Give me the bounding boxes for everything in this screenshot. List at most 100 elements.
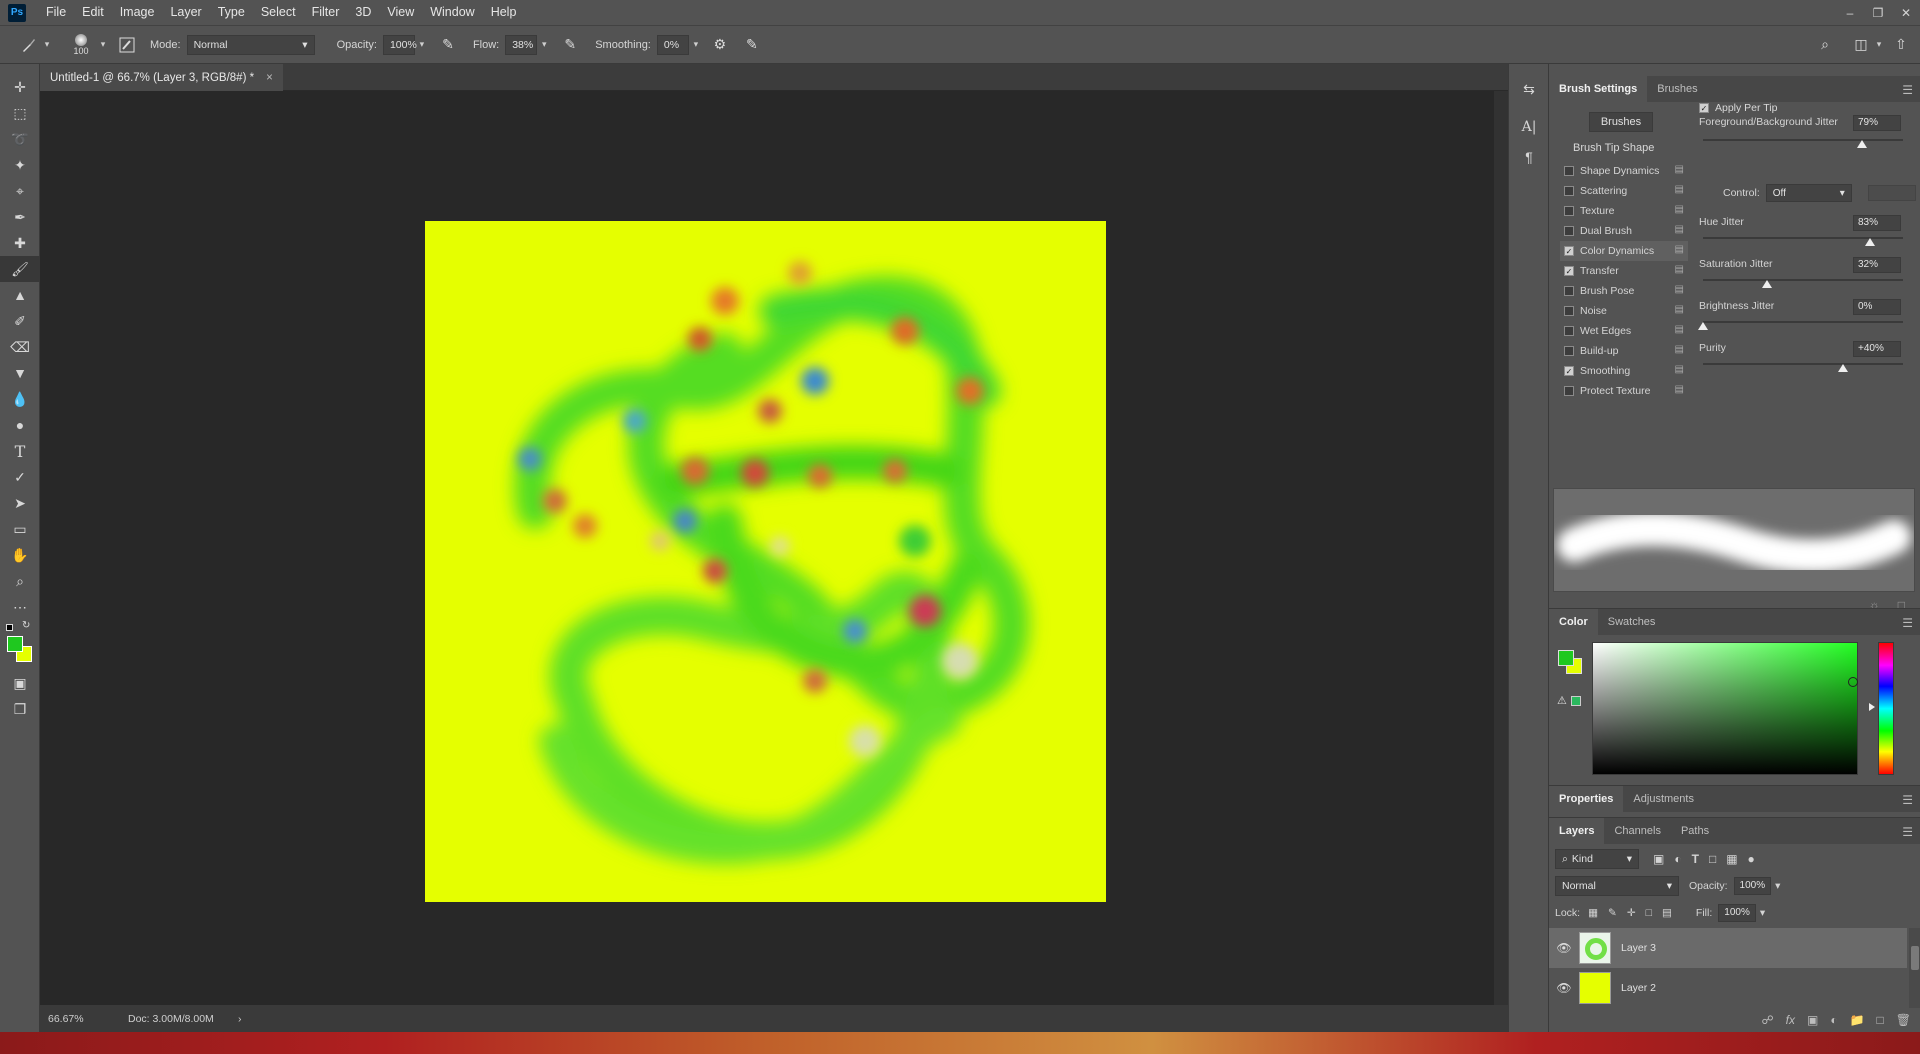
menu-view[interactable]: View xyxy=(379,0,422,25)
quick-mask-icon[interactable]: ▣ xyxy=(0,670,40,696)
delete-layer-icon[interactable]: 🗑 xyxy=(1896,1013,1911,1027)
checkbox[interactable] xyxy=(1564,286,1574,296)
healing-brush-tool-icon[interactable]: ✚ xyxy=(0,230,40,256)
panel-menu-icon[interactable]: ☰ xyxy=(1902,616,1913,630)
lock-image-icon[interactable]: ✎ xyxy=(1608,907,1617,919)
menu-select[interactable]: Select xyxy=(253,0,304,25)
tab-brushes[interactable]: Brushes xyxy=(1647,76,1707,102)
lock-position-icon[interactable]: ✛ xyxy=(1627,907,1636,919)
visibility-eye-icon[interactable]: 👁 xyxy=(1553,941,1575,955)
shape-tool-icon[interactable]: ▭ xyxy=(0,516,40,542)
purity-field[interactable]: +40% xyxy=(1853,341,1901,357)
filter-shape-icon[interactable]: □ xyxy=(1709,852,1716,866)
slider-thumb[interactable] xyxy=(1838,364,1848,372)
option-color-dynamics[interactable]: ✓ Color Dynamics ▤ xyxy=(1560,241,1688,261)
option-protect-texture[interactable]: Protect Texture ▤ xyxy=(1560,381,1688,401)
option-texture[interactable]: Texture ▤ xyxy=(1560,201,1688,221)
path-selection-tool-icon[interactable]: ➤ xyxy=(0,490,40,516)
lasso-tool-icon[interactable]: ➰ xyxy=(0,126,40,152)
layer-name[interactable]: Layer 2 xyxy=(1621,982,1656,994)
vertical-scrollbar[interactable] xyxy=(1494,91,1508,1005)
menu-filter[interactable]: Filter xyxy=(304,0,348,25)
fg-bg-jitter-slider[interactable] xyxy=(1703,139,1903,141)
type-tool-icon[interactable]: T xyxy=(0,438,40,464)
lock-icon[interactable]: ▤ xyxy=(1675,244,1684,255)
lock-icon[interactable]: ▤ xyxy=(1675,304,1684,315)
add-mask-icon[interactable]: ▣ xyxy=(1807,1013,1818,1027)
link-layers-icon[interactable]: ☍ xyxy=(1761,1013,1773,1027)
layer-kind-filter[interactable]: ⌕ Kind ▾ xyxy=(1555,849,1639,869)
brush-tool-preset-icon[interactable] xyxy=(18,34,40,56)
close-icon[interactable]: ✕ xyxy=(1892,0,1920,25)
option-shape-dynamics[interactable]: Shape Dynamics ▤ xyxy=(1560,161,1688,181)
checkbox-checked[interactable]: ✓ xyxy=(1699,103,1709,113)
option-wet-edges[interactable]: Wet Edges ▤ xyxy=(1560,321,1688,341)
hand-tool-icon[interactable]: ✋ xyxy=(0,542,40,568)
foreground-color-swatch[interactable] xyxy=(7,636,23,652)
paint-bucket-tool-icon[interactable]: ▼ xyxy=(0,360,40,386)
hue-slider-arrow[interactable] xyxy=(1869,703,1875,711)
blur-tool-icon[interactable]: 💧 xyxy=(0,386,40,412)
close-icon[interactable]: × xyxy=(266,72,273,84)
search-icon[interactable]: ⌕ xyxy=(1814,34,1836,56)
filter-type-icon[interactable]: T xyxy=(1692,852,1699,866)
tab-adjustments[interactable]: Adjustments xyxy=(1623,786,1704,812)
screen-mode-icon[interactable]: ❐ xyxy=(0,696,40,722)
tab-paths[interactable]: Paths xyxy=(1671,818,1719,844)
checkbox[interactable] xyxy=(1564,226,1574,236)
tab-color[interactable]: Color xyxy=(1549,609,1598,635)
lock-icon[interactable]: ▤ xyxy=(1675,344,1684,355)
share-icon[interactable]: ⇧ xyxy=(1890,34,1912,56)
option-brush-pose[interactable]: Brush Pose ▤ xyxy=(1560,281,1688,301)
history-panel-icon[interactable]: ⇆ xyxy=(1509,74,1549,104)
checkbox-checked[interactable]: ✓ xyxy=(1564,246,1574,256)
layer-name[interactable]: Layer 3 xyxy=(1621,942,1656,954)
new-group-icon[interactable]: 📁 xyxy=(1850,1013,1865,1027)
filter-toggle-icon[interactable]: ● xyxy=(1748,852,1755,866)
pressure-size-icon[interactable]: ✎ xyxy=(741,34,763,56)
move-tool-icon[interactable]: ✛ xyxy=(0,74,40,100)
slider-thumb[interactable] xyxy=(1762,280,1772,288)
layer-opacity-field[interactable]: 100% xyxy=(1733,877,1772,895)
tab-layers[interactable]: Layers xyxy=(1549,818,1605,844)
color-swatches[interactable]: ↻ xyxy=(0,620,40,670)
mode-select[interactable]: Normal ▾ xyxy=(186,34,315,55)
checkbox[interactable] xyxy=(1564,166,1574,176)
swap-colors-icon[interactable]: ↻ xyxy=(22,620,30,631)
lock-icon[interactable]: ▤ xyxy=(1675,384,1684,395)
option-transfer[interactable]: ✓ Transfer ▤ xyxy=(1560,261,1688,281)
tab-properties[interactable]: Properties xyxy=(1549,786,1624,812)
menu-layer[interactable]: Layer xyxy=(162,0,209,25)
gear-icon[interactable]: ⚙ xyxy=(709,34,731,56)
lock-icon[interactable]: ▤ xyxy=(1675,204,1684,215)
canvas[interactable] xyxy=(425,221,1106,902)
chevron-down-icon[interactable]: ▾ xyxy=(689,35,703,55)
brush-tool-icon[interactable]: 🖌 xyxy=(0,256,40,282)
paragraph-panel-icon[interactable]: ¶ xyxy=(1509,142,1549,172)
chevron-down-icon[interactable]: ▾ xyxy=(40,35,54,55)
opacity-field[interactable]: 100% xyxy=(382,34,417,55)
hue-slider[interactable] xyxy=(1878,642,1894,775)
crop-tool-icon[interactable]: ⌖ xyxy=(0,178,40,204)
pressure-opacity-icon[interactable]: ✎ xyxy=(437,34,459,56)
lock-icon[interactable]: ▤ xyxy=(1675,264,1684,275)
chevron-down-icon[interactable]: ▾ xyxy=(96,35,110,55)
saturation-jitter-slider[interactable] xyxy=(1703,279,1903,281)
option-smoothing[interactable]: ✓ Smoothing ▤ xyxy=(1560,361,1688,381)
layer-style-fx-icon[interactable]: fx xyxy=(1786,1013,1795,1027)
lock-icon[interactable]: ▤ xyxy=(1675,364,1684,375)
flow-field[interactable]: 38% xyxy=(505,34,538,55)
checkbox-checked[interactable]: ✓ xyxy=(1564,266,1574,276)
clone-stamp-tool-icon[interactable]: ▲ xyxy=(0,282,40,308)
layer-row-layer-3[interactable]: 👁 Layer 3 xyxy=(1549,928,1907,968)
tab-channels[interactable]: Channels xyxy=(1604,818,1670,844)
option-scattering[interactable]: Scattering ▤ xyxy=(1560,181,1688,201)
checkbox[interactable] xyxy=(1564,206,1574,216)
character-panel-icon[interactable]: A| xyxy=(1509,112,1549,142)
airbrush-icon[interactable]: ✎ xyxy=(559,34,581,56)
slider-thumb[interactable] xyxy=(1857,140,1867,148)
lock-icon[interactable]: ▤ xyxy=(1675,164,1684,175)
checkbox-checked[interactable]: ✓ xyxy=(1564,366,1574,376)
filter-smart-object-icon[interactable]: ▦ xyxy=(1726,852,1737,866)
lock-icon[interactable]: ▤ xyxy=(1675,184,1684,195)
